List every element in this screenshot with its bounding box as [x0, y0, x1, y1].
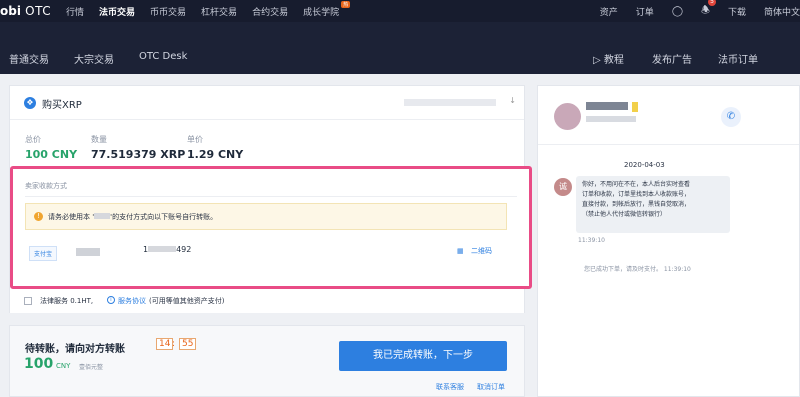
quantity-value: 77.519379 XRP — [91, 148, 186, 161]
hot-badge: 热 — [341, 0, 351, 8]
message-line: 订单和收款，订单里找到本人收款账号， — [582, 191, 691, 198]
payment-method-box: 卖家收款方式 ! 请务必使用本 ' '的支付方式向以下账号自行转账。 支付宝 14… — [10, 166, 532, 289]
subnav-post-ad[interactable]: 发布广告 — [652, 51, 692, 66]
redacted-name — [94, 213, 111, 219]
message-time: 11:39:10 — [578, 237, 605, 244]
price-label: 单价 — [187, 135, 203, 144]
nav-item-margin-trade[interactable]: 杠杆交易 — [201, 5, 237, 18]
transfer-card: 待转账，请向对方转账 14 : 55 100 CNY 壹佰元整 我已完成转账，下… — [9, 325, 525, 397]
transfer-title: 待转账，请向对方转账 — [25, 344, 125, 355]
service-agreement-link[interactable]: 服务协议 — [118, 296, 146, 306]
transfer-amount: 100 — [24, 356, 54, 372]
phone-icon[interactable]: ✆ — [721, 107, 741, 127]
message-line: 直接付款，到帐后放行，黑钱自觉取消， — [582, 201, 691, 208]
quantity-label: 数量 — [91, 135, 107, 144]
legal-service-label: 法律服务 0.1HT, — [40, 297, 94, 305]
system-message: 您已成功下单，请及时支付。 11:39:10 — [584, 266, 691, 273]
divider — [538, 144, 799, 145]
user-icon[interactable]: ◯ — [672, 6, 683, 17]
cancel-order-link[interactable]: 取消订单 — [477, 382, 505, 392]
nav-item-spot-trade[interactable]: 币币交易 — [150, 5, 186, 18]
divider — [25, 196, 517, 197]
legal-service-row: 法律服务 0.1HT, i 服务协议 (可用等值其他资产支付) — [9, 291, 525, 313]
transfer-complete-button[interactable]: 我已完成转账，下一步 — [339, 341, 507, 371]
seller-name-redacted — [586, 102, 628, 110]
xrp-icon: ❖ — [24, 97, 36, 109]
payee-name-redacted — [76, 248, 100, 256]
seller-badge — [632, 102, 638, 112]
chat-message: 你好，不用问在不在，本人后台实时查看 订单和收款，订单里找到本人收款账号， 直接… — [576, 176, 730, 233]
nav-item-contract-trade[interactable]: 合约交易 — [252, 5, 288, 18]
notice-prefix: 请务必使用本 ' — [48, 213, 95, 221]
nav-item-fiat-trade[interactable]: 法币交易 — [99, 5, 136, 24]
legal-service-note: (可用等值其他资产支付) — [149, 297, 225, 305]
total-label: 总价 — [25, 135, 41, 144]
legal-service-checkbox[interactable] — [24, 297, 32, 305]
subnav-tutorial[interactable]: ▷ 教程 — [593, 51, 624, 66]
nav-orders[interactable]: 订单 — [636, 5, 654, 18]
subnav-tutorial-label: 教程 — [603, 55, 624, 66]
countdown-seconds: 55 — [179, 338, 197, 350]
qr-code-link[interactable]: 二维码 — [471, 246, 492, 256]
notification-badge: 5 — [708, 0, 716, 6]
chevron-down-icon[interactable]: ↓ — [509, 96, 516, 105]
total-value: 100 CNY — [25, 148, 78, 161]
payment-notice-text: 请务必使用本 ' '的支付方式向以下账号自行转账。 — [48, 212, 217, 222]
order-title: 购买XRP — [42, 100, 82, 111]
account-number[interactable]: 1 492 — [143, 245, 191, 254]
subnav-otc-desk[interactable]: OTC Desk — [139, 51, 187, 62]
contact-support-link[interactable]: 联系客服 — [436, 382, 464, 392]
amount-in-words: 壹佰元整 — [79, 364, 104, 371]
bell-icon[interactable]: 🕭 5 — [701, 0, 716, 20]
price-value: 1.29 CNY — [187, 148, 244, 161]
nav-download[interactable]: 下载 — [728, 5, 746, 18]
order-title-row: ❖ 购买XRP ↓ — [10, 86, 524, 120]
chat-date: 2020-04-03 — [624, 161, 665, 169]
nav-item-market[interactable]: 行情 — [66, 5, 84, 18]
info-icon: i — [107, 296, 115, 304]
nav-item-academy-label: 成长学院 — [303, 7, 340, 18]
warning-icon: ! — [34, 212, 43, 221]
nav-assets[interactable]: 资产 — [600, 5, 618, 18]
message-line: 你好，不用问在不在，本人后台实时查看 — [582, 181, 691, 188]
logo[interactable]: obi OTC — [0, 4, 66, 18]
subnav-fiat-orders[interactable]: 法币订单 — [718, 51, 758, 66]
subnav-normal-trade[interactable]: 普通交易 — [9, 51, 49, 66]
nav-language[interactable]: 简体中文 — [764, 5, 800, 18]
top-nav: obi OTC 行情 法币交易 币币交易 杠杆交易 合约交易 成长学院热 资产 … — [0, 0, 800, 24]
payment-header: 卖家收款方式 — [25, 182, 67, 190]
tutorial-icon: ▷ — [593, 55, 601, 66]
transfer-currency: CNY — [56, 362, 71, 370]
avatar — [554, 103, 581, 130]
seller-sub-redacted — [586, 116, 636, 122]
subnav-block-trade[interactable]: 大宗交易 — [74, 51, 114, 66]
order-id-redacted — [404, 99, 496, 106]
alipay-tag: 支付宝 — [29, 246, 58, 261]
nav-item-academy[interactable]: 成长学院热 — [303, 0, 351, 18]
qr-code-icon[interactable]: ▦ — [457, 247, 464, 255]
payment-notice: ! 请务必使用本 ' '的支付方式向以下账号自行转账。 — [25, 203, 507, 230]
message-line: （禁止他人代付或微信转银行） — [582, 211, 667, 218]
countdown-colon: : — [172, 339, 176, 349]
countdown-minutes: 14 — [156, 338, 174, 350]
account-redacted — [148, 246, 177, 252]
top-nav-right: 资产 订单 ◯ 🕭 5 下载 简体中文 — [582, 0, 800, 22]
account-suffix: 492 — [176, 245, 192, 254]
notice-suffix: '的支付方式向以下账号自行转账。 — [110, 213, 218, 221]
sub-nav: 普通交易 大宗交易 OTC Desk ▷ 教程 发布广告 法币订单 — [0, 22, 800, 74]
chat-panel: ✆ 2020-04-03 诚 你好，不用问在不在，本人后台实时查看 订单和收款，… — [537, 85, 800, 397]
message-avatar: 诚 — [554, 178, 572, 196]
